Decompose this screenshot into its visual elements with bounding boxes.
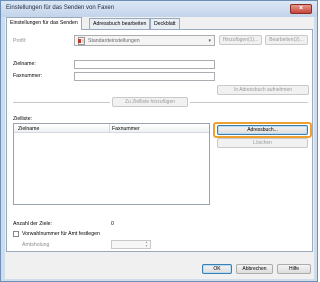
tab-label: Adressbuch bearbeiten: [93, 21, 147, 27]
column-divider[interactable]: [109, 124, 110, 133]
outside-line-label: Amtsholung: [22, 242, 50, 248]
delete-button[interactable]: Löschen: [217, 138, 308, 148]
fax-number-input[interactable]: [74, 72, 215, 81]
close-button[interactable]: ×: [290, 4, 312, 14]
profile-select[interactable]: Standardeinstellungen ▾: [74, 35, 215, 46]
address-book-button[interactable]: Adressbuch...: [217, 125, 308, 135]
tab-send-settings[interactable]: Einstellungen für das Senden: [6, 17, 82, 30]
help-button[interactable]: Hilfe: [277, 264, 311, 274]
tab-label: Einstellungen für das Senden: [10, 20, 78, 26]
ok-button[interactable]: OK: [202, 264, 232, 274]
count-label: Anzahl der Ziele:: [13, 221, 52, 227]
target-name-label: Zielname:: [13, 61, 36, 67]
outside-line-spinner[interactable]: ▲ ▼: [111, 240, 151, 249]
prefix-checkbox[interactable]: [13, 231, 19, 237]
column-header-name[interactable]: Zielname: [18, 126, 39, 132]
count-value: 0: [111, 221, 114, 227]
profile-label: Profil:: [13, 38, 27, 44]
tab-edit-address-book[interactable]: Adressbuch bearbeiten: [89, 18, 151, 29]
fax-number-label: Faxnummer:: [13, 73, 43, 79]
add-to-list-button[interactable]: Zu Zielliste hinzufügen: [112, 97, 188, 107]
profile-value: Standardeinstellungen: [88, 38, 140, 44]
prefix-checkbox-label[interactable]: Vorwahlnummer für Amt festlegen: [22, 231, 100, 237]
dialog-window: Einstellungen für das Senden von Faxen ×…: [0, 0, 318, 282]
profile-add-button[interactable]: Hinzufügen(1)...: [219, 35, 262, 45]
separator-right: [190, 102, 308, 103]
column-header-fax[interactable]: Faxnummer: [112, 126, 140, 132]
title-bar[interactable]: Einstellungen für das Senden von Faxen ×: [1, 1, 317, 17]
close-icon: ×: [298, 5, 304, 12]
target-name-input[interactable]: [74, 60, 215, 69]
window-title: Einstellungen für das Senden von Faxen: [6, 5, 115, 11]
tab-cover-sheet[interactable]: Deckblatt: [150, 18, 180, 29]
cancel-button[interactable]: Abbrechen: [236, 264, 273, 274]
dialog-client: Einstellungen für das Senden Adressbuch …: [5, 17, 314, 279]
tab-label: Deckblatt: [154, 21, 176, 27]
separator-left: [13, 102, 110, 103]
tab-panel: Profil: Standardeinstellungen ▾ Hinzufüg…: [6, 29, 313, 252]
chevron-down-icon: ▾: [208, 38, 211, 44]
register-address-book-button[interactable]: In Adressbuch aufnehmen: [217, 85, 309, 95]
dest-list-header: Zielname Faxnummer: [14, 124, 209, 133]
dest-list[interactable]: Zielname Faxnummer: [13, 123, 210, 205]
dest-list-label: Zielliste:: [13, 116, 33, 122]
spin-down-icon[interactable]: ▼: [144, 245, 149, 248]
profile-edit-button[interactable]: Bearbeiten(2)...: [265, 35, 308, 45]
profile-icon: [78, 37, 85, 45]
